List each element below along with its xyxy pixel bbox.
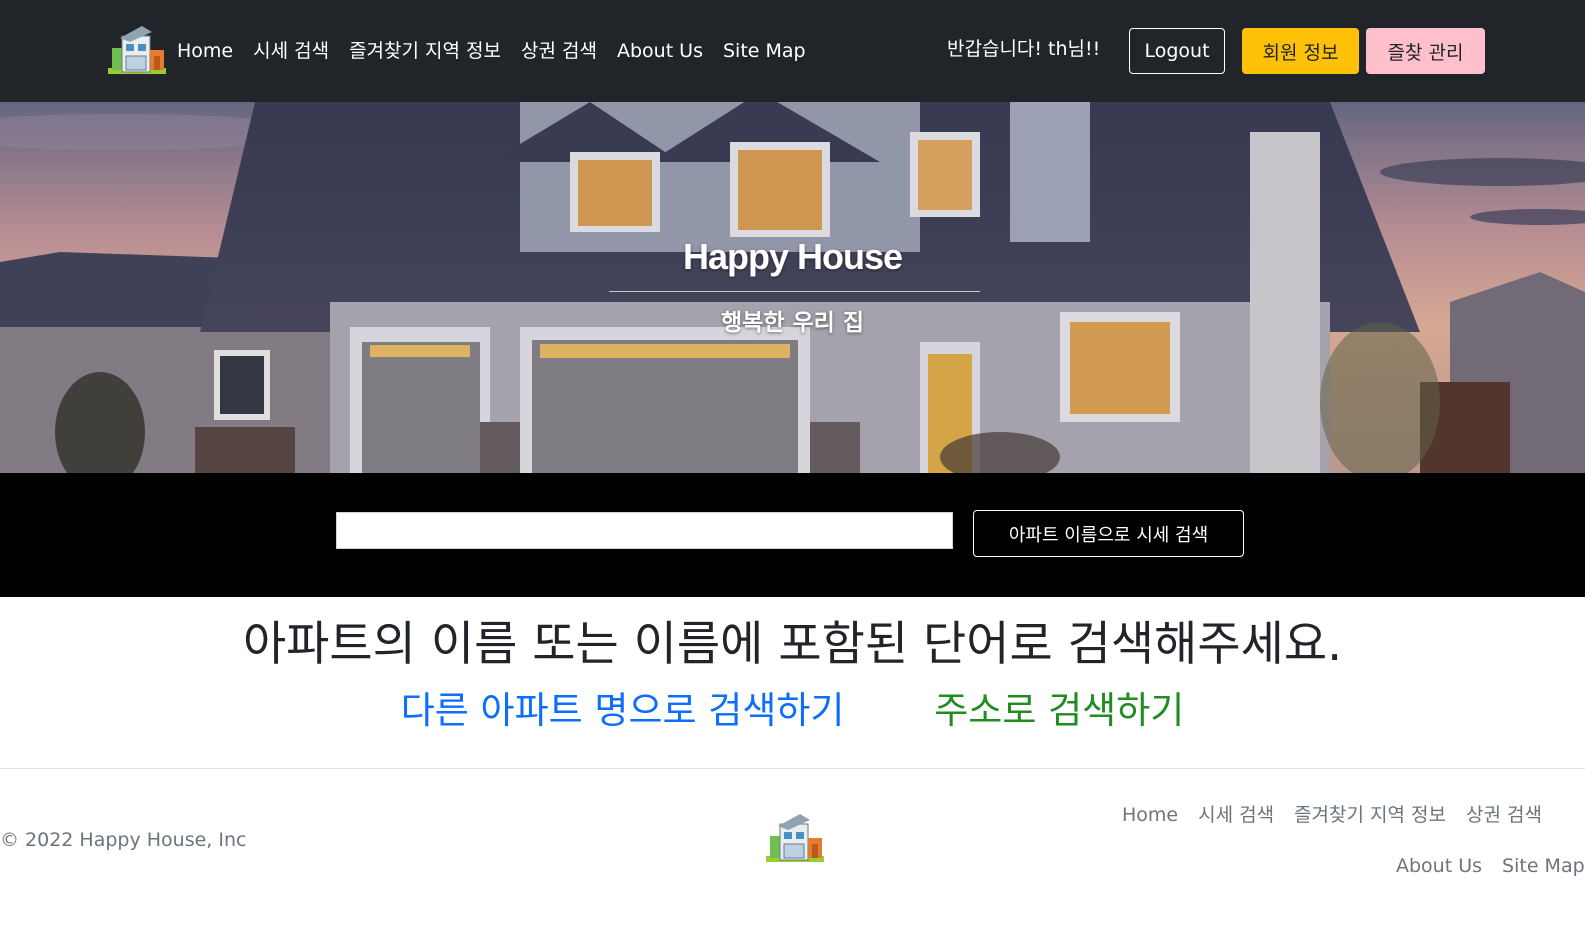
nav-about-us[interactable]: About Us (617, 36, 703, 66)
top-navbar: Home 시세 검색 즐겨찾기 지역 정보 상권 검색 About Us Sit… (0, 0, 1585, 102)
apartment-search-button[interactable]: 아파트 이름으로 시세 검색 (973, 510, 1244, 557)
footer-nav-row-1: Home 시세 검색 즐겨찾기 지역 정보 상권 검색 (1122, 801, 1562, 829)
hero-banner (0, 102, 1585, 473)
nav-commercial-search[interactable]: 상권 검색 (521, 36, 597, 66)
search-instruction-heading: 아파트의 이름 또는 이름에 포함된 단어로 검색해주세요. (242, 617, 1343, 672)
apartment-search-input[interactable] (336, 512, 953, 549)
house-logo-icon[interactable] (766, 812, 824, 864)
hero-divider (609, 291, 980, 292)
hero-house-image (0, 102, 1585, 473)
footer-divider (0, 768, 1585, 769)
copyright-text: © 2022 Happy House, Inc (0, 829, 247, 851)
nav-price-search[interactable]: 시세 검색 (253, 36, 329, 66)
footer-link-commercial-search[interactable]: 상권 검색 (1466, 801, 1542, 829)
search-other-apartment-link[interactable]: 다른 아파트 명으로 검색하기 (401, 689, 845, 732)
search-by-address-link[interactable]: 주소로 검색하기 (934, 689, 1184, 732)
hero-title: Happy House (682, 236, 903, 277)
favorites-manage-button[interactable]: 즐찾 관리 (1366, 28, 1485, 74)
footer-link-about-us[interactable]: About Us (1396, 852, 1482, 880)
nav-site-map[interactable]: Site Map (723, 36, 806, 66)
search-options: 다른 아파트 명으로 검색하기 주소로 검색하기 (0, 686, 1585, 736)
main-nav: Home 시세 검색 즐겨찾기 지역 정보 상권 검색 About Us Sit… (177, 36, 826, 66)
footer-link-home[interactable]: Home (1122, 801, 1178, 829)
logout-button[interactable]: Logout (1129, 28, 1225, 74)
house-logo-icon[interactable] (108, 24, 166, 76)
member-info-button[interactable]: 회원 정보 (1242, 28, 1359, 74)
footer-link-site-map[interactable]: Site Map (1502, 852, 1585, 880)
user-greeting: 반갑습니다! th님!! (947, 38, 1101, 60)
search-bar: 아파트 이름으로 시세 검색 (0, 473, 1585, 597)
footer-nav-row-2: About Us Site Map (1396, 852, 1585, 880)
footer-link-price-search[interactable]: 시세 검색 (1198, 801, 1274, 829)
nav-home[interactable]: Home (177, 36, 233, 66)
footer-link-favorite-area[interactable]: 즐겨찾기 지역 정보 (1294, 801, 1446, 829)
hero-subtitle: 행복한 우리 집 (721, 310, 864, 336)
nav-favorite-area[interactable]: 즐겨찾기 지역 정보 (349, 36, 501, 66)
